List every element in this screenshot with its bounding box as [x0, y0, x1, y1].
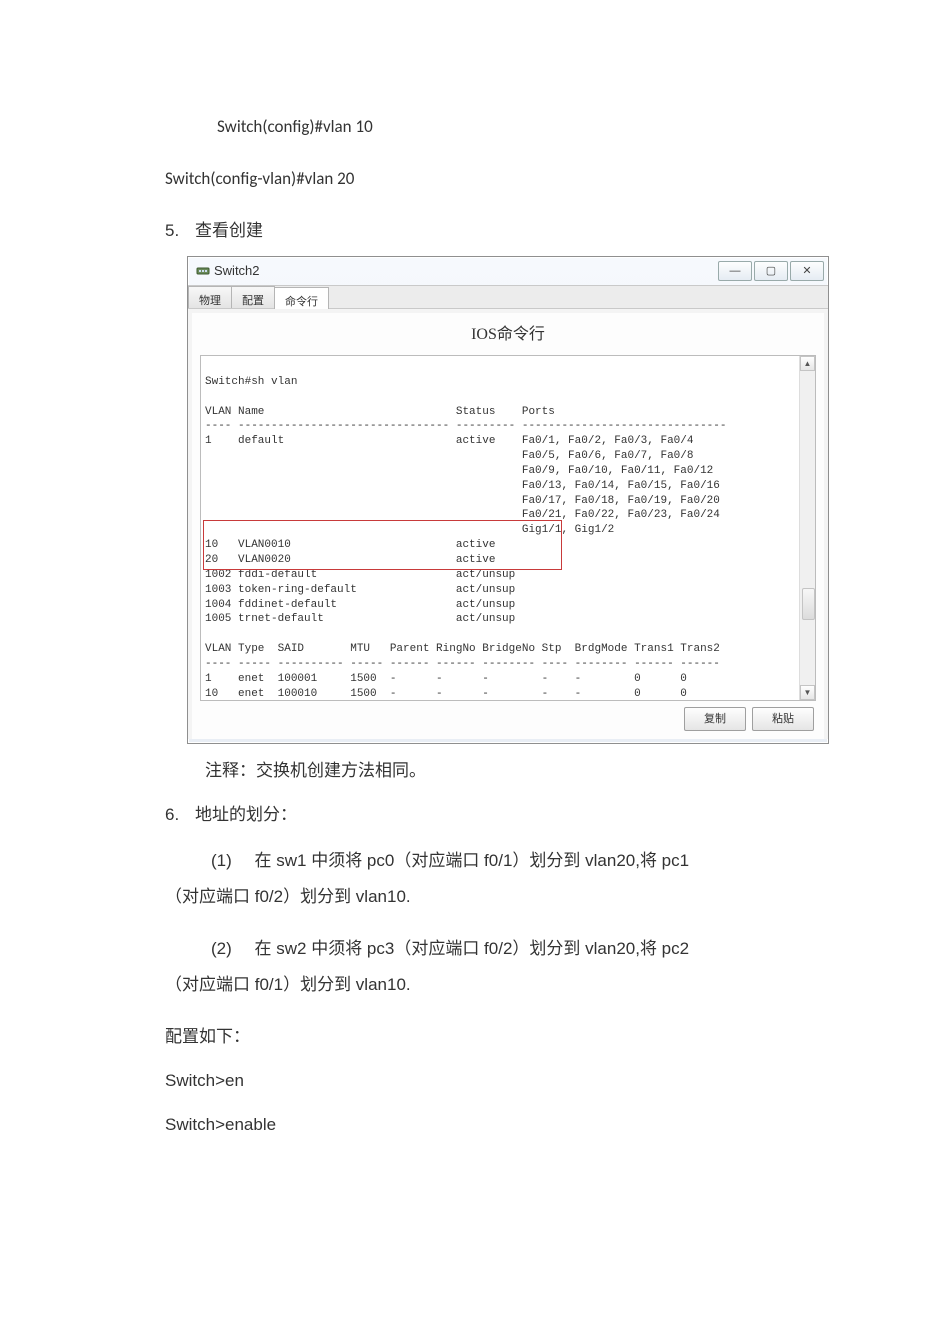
- substep-1-continued: （对应端口 f0/2）划分到 vlan10.: [165, 880, 780, 914]
- scroll-up-icon[interactable]: ▲: [800, 356, 815, 371]
- step-5: 5. 查看创建: [165, 214, 780, 248]
- button-row: 复制 粘贴: [192, 701, 824, 733]
- substep-number: (1): [211, 844, 232, 878]
- command-text: Switch(config)#vlan 10: [165, 110, 780, 144]
- substep-1: (1) 在 sw1 中须将 pc0（对应端口 f0/1）划分到 vlan20,将…: [165, 844, 780, 878]
- panel-title: IOS命令行: [192, 319, 824, 351]
- terminal-output[interactable]: Switch#sh vlan VLAN Name Status Ports --…: [200, 355, 816, 701]
- command-text: Switch(config-vlan)#vlan 20: [165, 162, 780, 196]
- scroll-down-icon[interactable]: ▼: [800, 685, 815, 700]
- copy-button[interactable]: 复制: [684, 707, 746, 731]
- step-6: 6. 地址的划分：: [165, 798, 780, 832]
- tab-config[interactable]: 配置: [231, 286, 275, 308]
- window-body: 物理 配置 命令行 IOS命令行 Switch#sh vlan VLAN Nam…: [188, 285, 828, 739]
- scroll-thumb[interactable]: [802, 588, 815, 620]
- terminal-wrap: Switch#sh vlan VLAN Name Status Ports --…: [200, 355, 816, 701]
- substep-2-continued: （对应端口 f0/1）划分到 vlan10.: [165, 968, 780, 1002]
- tab-physical[interactable]: 物理: [188, 286, 232, 308]
- substep-number: (2): [211, 932, 232, 966]
- substep-2: (2) 在 sw2 中须将 pc3（对应端口 f0/2）划分到 vlan20,将…: [165, 932, 780, 966]
- window-title: Switch2: [214, 258, 260, 284]
- switch2-window: Switch2 — ▢ ✕ 物理 配置 命令行 IOS命令行 Switch#sh…: [187, 256, 829, 744]
- tab-bar: 物理 配置 命令行: [188, 286, 828, 309]
- substep-text: 在 sw1 中须将 pc0（对应端口 f0/1）划分到 vlan20,将 pc1: [255, 851, 690, 870]
- paste-button[interactable]: 粘贴: [752, 707, 814, 731]
- document-page: Switch(config)#vlan 10 Switch(config-vla…: [0, 0, 945, 1212]
- command-text: Switch>enable: [165, 1108, 780, 1142]
- note-text: 注释：交换机创建方法相同。: [205, 754, 780, 788]
- titlebar: Switch2 — ▢ ✕: [188, 257, 828, 285]
- app-icon: [196, 264, 210, 278]
- configure-heading: 配置如下：: [165, 1020, 780, 1054]
- command-text: Switch>en: [165, 1064, 780, 1098]
- tab-cli[interactable]: 命令行: [274, 287, 329, 309]
- close-button[interactable]: ✕: [790, 261, 824, 281]
- maximize-button[interactable]: ▢: [754, 261, 788, 281]
- step-text: 地址的划分：: [195, 798, 297, 832]
- step-number: 5.: [165, 214, 195, 248]
- cli-panel: IOS命令行 Switch#sh vlan VLAN Name Status P…: [192, 313, 824, 739]
- step-number: 6.: [165, 798, 195, 832]
- step-text: 查看创建: [195, 214, 263, 248]
- scrollbar[interactable]: ▲ ▼: [799, 356, 815, 700]
- minimize-button[interactable]: —: [718, 261, 752, 281]
- substep-text: 在 sw2 中须将 pc3（对应端口 f0/2）划分到 vlan20,将 pc2: [255, 939, 690, 958]
